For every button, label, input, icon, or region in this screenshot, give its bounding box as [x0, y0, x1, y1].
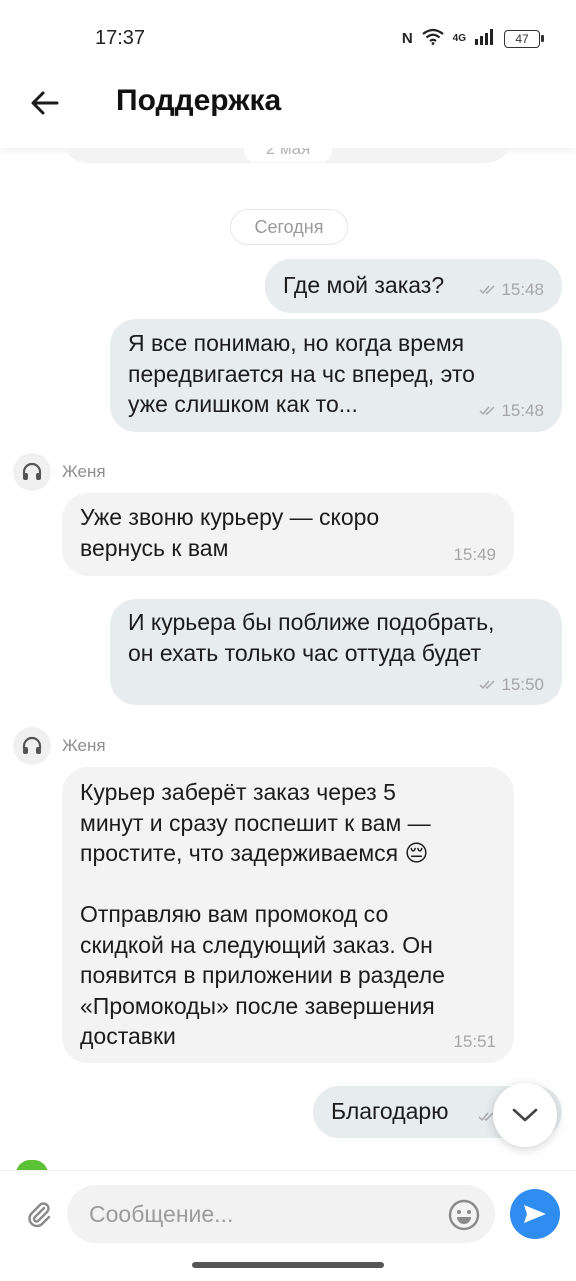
message-time: 15:50 [501, 675, 544, 694]
sender-name: Женя [62, 462, 106, 481]
message-meta: 15:48 [479, 396, 544, 427]
message-time: 15:51 [453, 1032, 496, 1051]
paperclip-icon [28, 1202, 51, 1228]
nfc-icon: N [401, 30, 413, 47]
chevron-down-icon [512, 1108, 538, 1122]
read-check-icon [479, 680, 495, 690]
message-text: Я все понимаю, но когда время передвигае… [128, 330, 475, 417]
date-pill-previous-label: 2 мая [265, 148, 311, 158]
send-icon [524, 1205, 546, 1223]
message-time: 15:49 [453, 545, 496, 564]
message-text: Уже звоню курьеру — скоро вернусь к вам [80, 504, 380, 561]
status-time: 17:37 [95, 27, 146, 49]
message-text: Благодарю [331, 1098, 449, 1124]
message-meta: 15:50 [479, 670, 544, 701]
wifi-icon [421, 28, 444, 49]
arrow-left-icon [31, 91, 59, 115]
back-button[interactable] [22, 80, 68, 126]
read-check-icon [479, 285, 495, 295]
attach-button[interactable] [18, 1193, 60, 1235]
message-meta: 15:48 [479, 275, 544, 306]
date-pill-today-label: Сегодня [254, 217, 324, 237]
headset-icon [22, 736, 42, 754]
message-time: 15:48 [501, 280, 544, 299]
message-text: Курьер заберёт заказ через 5 минут и сра… [80, 779, 445, 1049]
message-incoming[interactable]: Уже звоню курьеру — скоро вернусь к вам … [62, 493, 514, 576]
agent-avatar [13, 453, 51, 491]
message-incoming[interactable]: Курьер заберёт заказ через 5 минут и сра… [62, 767, 514, 1063]
read-check-icon [479, 406, 495, 416]
message-outgoing[interactable]: И курьера бы поближе подобрать, он ехать… [110, 599, 562, 705]
sender-name: Женя [62, 736, 106, 755]
emoji-button[interactable] [444, 1195, 484, 1235]
status-icons: N 4G 47 [401, 28, 544, 49]
message-input-placeholder: Сообщение... [89, 1200, 234, 1227]
signal-icon [475, 28, 495, 49]
date-pill-today: Сегодня [230, 209, 348, 245]
message-text: Где мой заказ? [283, 272, 445, 298]
agent-avatar [13, 727, 51, 765]
message-outgoing[interactable]: Я все понимаю, но когда время передвигае… [110, 319, 562, 432]
network-type-icon: 4G [452, 33, 466, 44]
message-text: И курьера бы поближе подобрать, он ехать… [128, 609, 495, 666]
message-input[interactable]: Сообщение... [67, 1185, 495, 1243]
date-pill-previous: 2 мая [244, 148, 332, 162]
app-header: Поддержка [0, 60, 576, 148]
smiley-icon [448, 1199, 480, 1231]
scroll-down-button[interactable] [493, 1083, 557, 1147]
headset-icon [22, 462, 42, 480]
send-button[interactable] [510, 1189, 560, 1239]
battery-icon: 47 [504, 29, 544, 48]
message-time: 15:48 [501, 401, 544, 420]
page-title: Поддержка [116, 84, 282, 117]
message-outgoing[interactable]: Где мой заказ? 15:48 [265, 259, 562, 313]
battery-level: 47 [515, 31, 529, 46]
home-indicator[interactable] [192, 1262, 384, 1268]
